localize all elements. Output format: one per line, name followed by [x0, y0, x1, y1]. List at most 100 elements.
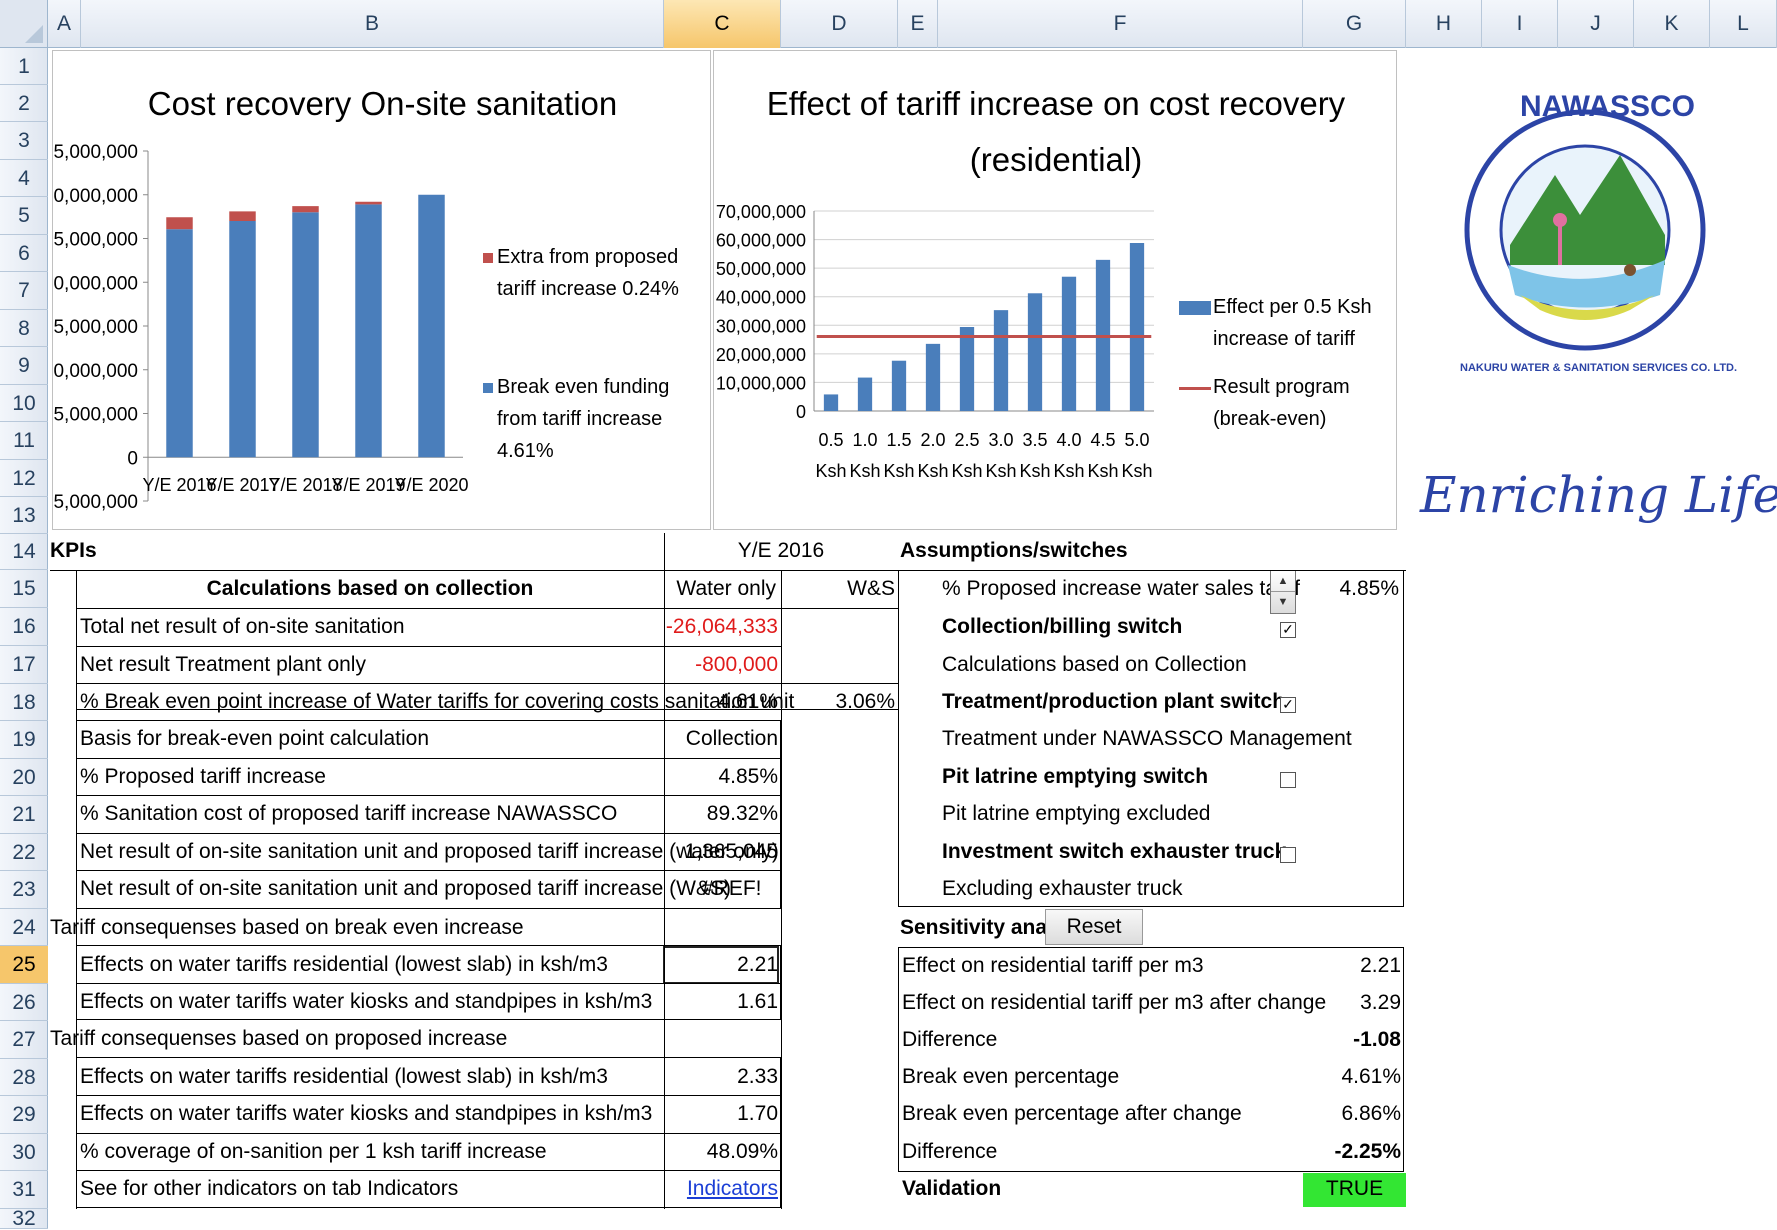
sensitivity-row-value[interactable]: 6.86% [1303, 1096, 1401, 1132]
bar-break-even [418, 194, 445, 458]
column-header-b[interactable]: B [81, 0, 664, 48]
row-header-23[interactable]: 23 [0, 871, 48, 909]
kpi-row-value[interactable]: #REF! [702, 871, 778, 907]
column-header-j[interactable]: J [1558, 0, 1634, 48]
y-tick-label: -5,000,000 [53, 492, 138, 513]
spinner-up-icon[interactable]: ▲ [1271, 571, 1295, 592]
kpi-row-value-ws[interactable]: 3.06% [781, 684, 895, 720]
column-header-g[interactable]: G [1303, 0, 1406, 48]
kpi-row-value[interactable]: 48.09% [664, 1134, 778, 1170]
column-header-c[interactable]: C [664, 0, 781, 48]
row-header-24[interactable]: 24 [0, 909, 48, 946]
kpi-divider [76, 1095, 781, 1096]
sensitivity-row-value[interactable]: 3.29 [1303, 985, 1401, 1021]
row-header-3[interactable]: 3 [0, 122, 48, 160]
chart-cost-recovery[interactable]: Cost recovery On-site sanitation 35,000,… [52, 50, 711, 530]
row-header-22[interactable]: 22 [0, 834, 48, 871]
chart-tariff-effect[interactable]: Effect of tariff increase on cost recove… [713, 50, 1397, 530]
proposed-increase-label: % Proposed increase water sales tariff [942, 577, 1300, 600]
row-header-8[interactable]: 8 [0, 310, 48, 347]
column-header-l[interactable]: L [1710, 0, 1777, 48]
row-header-6[interactable]: 6 [0, 235, 48, 272]
column-header-k[interactable]: K [1634, 0, 1710, 48]
x-tick-unit: Ksh [985, 461, 1016, 481]
sensitivity-row-value[interactable]: -1.08 [1303, 1022, 1401, 1058]
column-header-a[interactable]: A [48, 0, 81, 48]
kpi-row-value-selected[interactable]: 2.21 [663, 946, 779, 984]
kpi-row-label: Basis for break-even point calculation [80, 727, 430, 750]
kpi-row-label: Effects on water tariffs residential (lo… [80, 953, 608, 976]
column-header-h[interactable]: H [1406, 0, 1482, 48]
switch-collection-checkbox[interactable]: ✓ [1280, 622, 1296, 638]
bar-effect [891, 360, 907, 411]
switch-collection-label: Collection/billing switch [942, 615, 1183, 638]
row-header-26[interactable]: 26 [0, 984, 48, 1021]
bar-extra [166, 217, 193, 230]
kpi-divider [76, 795, 781, 796]
row-header-31[interactable]: 31 [0, 1171, 48, 1209]
y-tick-label: 35,000,000 [53, 142, 138, 163]
switch-exhauster-checkbox[interactable] [1280, 847, 1296, 863]
row-header-30[interactable]: 30 [0, 1134, 48, 1171]
spinner-down-icon[interactable]: ▼ [1271, 592, 1295, 613]
sensitivity-row-value[interactable]: 2.21 [1303, 948, 1401, 984]
row-header-19[interactable]: 19 [0, 721, 48, 759]
row-header-25[interactable]: 25 [0, 946, 48, 984]
switch-pit-latrine-checkbox[interactable] [1280, 772, 1296, 788]
logo-brand: NAWASSCO [1520, 90, 1696, 123]
row-header-1[interactable]: 1 [0, 48, 48, 85]
row-header-10[interactable]: 10 [0, 385, 48, 422]
row-header-29[interactable]: 29 [0, 1096, 48, 1134]
row-header-9[interactable]: 9 [0, 347, 48, 385]
kpi-row-value[interactable]: -26,064,333 [664, 609, 778, 645]
row-header-18[interactable]: 18 [0, 684, 48, 721]
row-header-16[interactable]: 16 [0, 608, 48, 646]
kpi-row-value[interactable]: -800,000 [664, 647, 778, 683]
row-header-4[interactable]: 4 [0, 160, 48, 197]
row-header-7[interactable]: 7 [0, 272, 48, 310]
kpi-row-value[interactable]: 1,365,045 [664, 834, 778, 870]
sensitivity-row-value[interactable]: -2.25% [1303, 1134, 1401, 1170]
column-header-i[interactable]: I [1482, 0, 1558, 48]
kpi-row-value[interactable]: 89.32% [664, 796, 778, 832]
row-header-14[interactable]: 14 [0, 534, 48, 570]
column-header-d[interactable]: D [781, 0, 898, 48]
switch-exhauster-note: Excluding exhauster truck [942, 877, 1183, 900]
row-header-27[interactable]: 27 [0, 1021, 48, 1059]
row-header-11[interactable]: 11 [0, 422, 48, 460]
indicators-link[interactable]: Indicators [664, 1171, 778, 1207]
kpi-row-value[interactable]: 4.85% [664, 759, 778, 795]
sensitivity-row-label: Break even percentage [902, 1065, 1120, 1088]
kpi-divider [76, 983, 781, 984]
kpi-row-value[interactable]: 4.61% [664, 684, 778, 720]
kpi-row-value[interactable]: 2.33 [664, 1059, 778, 1095]
bar-break-even [229, 221, 256, 458]
row-header-12[interactable]: 12 [0, 460, 48, 497]
row-header-28[interactable]: 28 [0, 1059, 48, 1096]
column-header-f[interactable]: F [938, 0, 1303, 48]
reset-button[interactable]: Reset [1045, 909, 1143, 945]
validation-value: TRUE [1325, 1177, 1384, 1200]
proposed-increase-spinner[interactable]: ▲ ▼ [1270, 570, 1296, 614]
row-header-2[interactable]: 2 [0, 85, 48, 122]
row-header-5[interactable]: 5 [0, 197, 48, 235]
row-header-21[interactable]: 21 [0, 796, 48, 834]
kpi-row-value[interactable]: 1.70 [664, 1096, 778, 1132]
row-header-32[interactable]: 32 [0, 1208, 48, 1229]
row-header-13[interactable]: 13 [0, 497, 48, 534]
select-all-corner[interactable] [0, 0, 48, 48]
proposed-increase-value[interactable]: 4.85% [1303, 571, 1401, 607]
assumptions-title: Assumptions/switches [900, 539, 1128, 562]
kpi-row-value[interactable]: Collection [664, 721, 778, 757]
row-header-17[interactable]: 17 [0, 646, 48, 684]
switch-treatment-checkbox[interactable]: ✓ [1280, 697, 1296, 713]
sensitivity-row-value[interactable]: 4.61% [1303, 1059, 1401, 1095]
kpi-row-value[interactable]: 1.61 [664, 984, 778, 1020]
row-header-15[interactable]: 15 [0, 570, 48, 608]
y-tick-label: 25,000,000 [53, 230, 138, 251]
row-header-bar: 1 2 3 4 5 6 7 8 9 10 11 12 13 14 15 16 17 18 19 20 21 22 23 24 2… [0, 48, 48, 1229]
kpi-divider [898, 570, 899, 710]
column-header-e[interactable]: E [898, 0, 938, 48]
x-tick-unit: Ksh [849, 461, 880, 481]
row-header-20[interactable]: 20 [0, 759, 48, 796]
